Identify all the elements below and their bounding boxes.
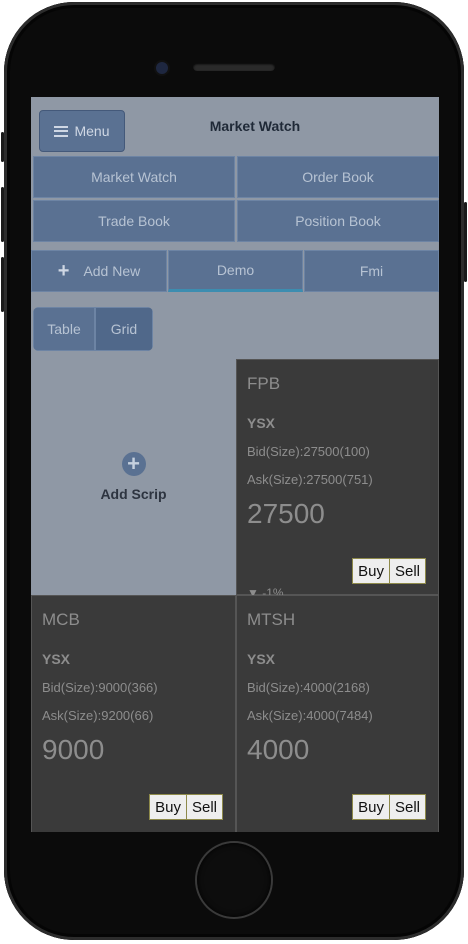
scrip-price: 9000 [42,734,105,765]
scrip-exchange: YSX [247,651,276,667]
buy-button[interactable]: Buy [352,558,390,584]
scrip-exchange: YSX [247,415,276,431]
buy-button[interactable]: Buy [149,794,187,820]
scrip-bid: Bid(Size):4000(2168) [247,680,370,695]
nav-position-book[interactable]: Position Book [237,200,439,242]
home-button[interactable] [197,843,271,917]
scrip-bid: Bid(Size):27500(100) [247,444,370,459]
volume-up-button [1,187,4,242]
sell-button[interactable]: Sell [389,558,426,584]
scrip-card[interactable]: MTSH YSX Bid(Size):4000(2168) Ask(Size):… [236,595,439,832]
add-new-label: Add New [83,263,141,279]
scrip-exchange: YSX [42,651,71,667]
scrip-card[interactable]: FPB YSX Bid(Size):27500(100) Ask(Size):2… [236,359,439,600]
scrip-symbol: FPB [247,374,281,393]
tab-fmi[interactable]: Fmi [304,250,439,292]
nav-market-watch[interactable]: Market Watch [33,156,235,198]
sell-button[interactable]: Sell [389,794,426,820]
table-view-button[interactable]: Table [33,307,95,351]
scrip-actions: Buy Sell [149,794,223,820]
scrip-symbol: MCB [42,610,80,629]
scrip-ask: Ask(Size):9200(66) [42,708,154,723]
sell-button[interactable]: Sell [186,794,223,820]
watchlist-tabs: + Add New Demo Fmi [31,250,439,294]
nav-trade-book[interactable]: Trade Book [33,200,235,242]
mute-switch [1,132,4,162]
top-bar: Menu Market Watch [31,97,439,153]
scrip-actions: Buy Sell [352,558,426,584]
view-toggle: Table Grid [33,307,153,351]
scrip-actions: Buy Sell [352,794,426,820]
scrip-bid: Bid(Size):9000(366) [42,680,158,695]
add-scrip-label: Add Scrip [100,486,167,502]
scrip-symbol: MTSH [247,610,296,629]
add-new-watchlist-button[interactable]: + Add New [31,250,167,292]
app-screen: Menu Market Watch Market Watch Order Boo… [31,97,439,832]
scrip-price: 4000 [247,734,310,765]
scrip-card[interactable]: MCB YSX Bid(Size):9000(366) Ask(Size):92… [31,595,236,832]
grid-view-button[interactable]: Grid [95,307,153,351]
scrip-ask: Ask(Size):27500(751) [247,472,373,487]
nav-order-book[interactable]: Order Book [237,156,439,198]
tab-demo[interactable]: Demo [168,250,303,292]
plus-icon: + [57,259,70,282]
buy-button[interactable]: Buy [352,794,390,820]
add-circle-icon: + [121,452,146,476]
power-button [464,202,467,282]
scrip-ask: Ask(Size):4000(7484) [247,708,373,723]
add-scrip-tile[interactable]: + Add Scrip [31,359,236,595]
scrip-grid: + Add Scrip FPB YSX Bid(Size):27500(100)… [31,359,439,832]
page-title: Market Watch [209,118,301,134]
main-navigation: Market Watch Order Book Trade Book Posit… [33,156,439,242]
speaker-grille [193,63,275,71]
scrip-price: 27500 [247,498,325,529]
front-camera [156,62,168,74]
volume-down-button [1,257,4,312]
